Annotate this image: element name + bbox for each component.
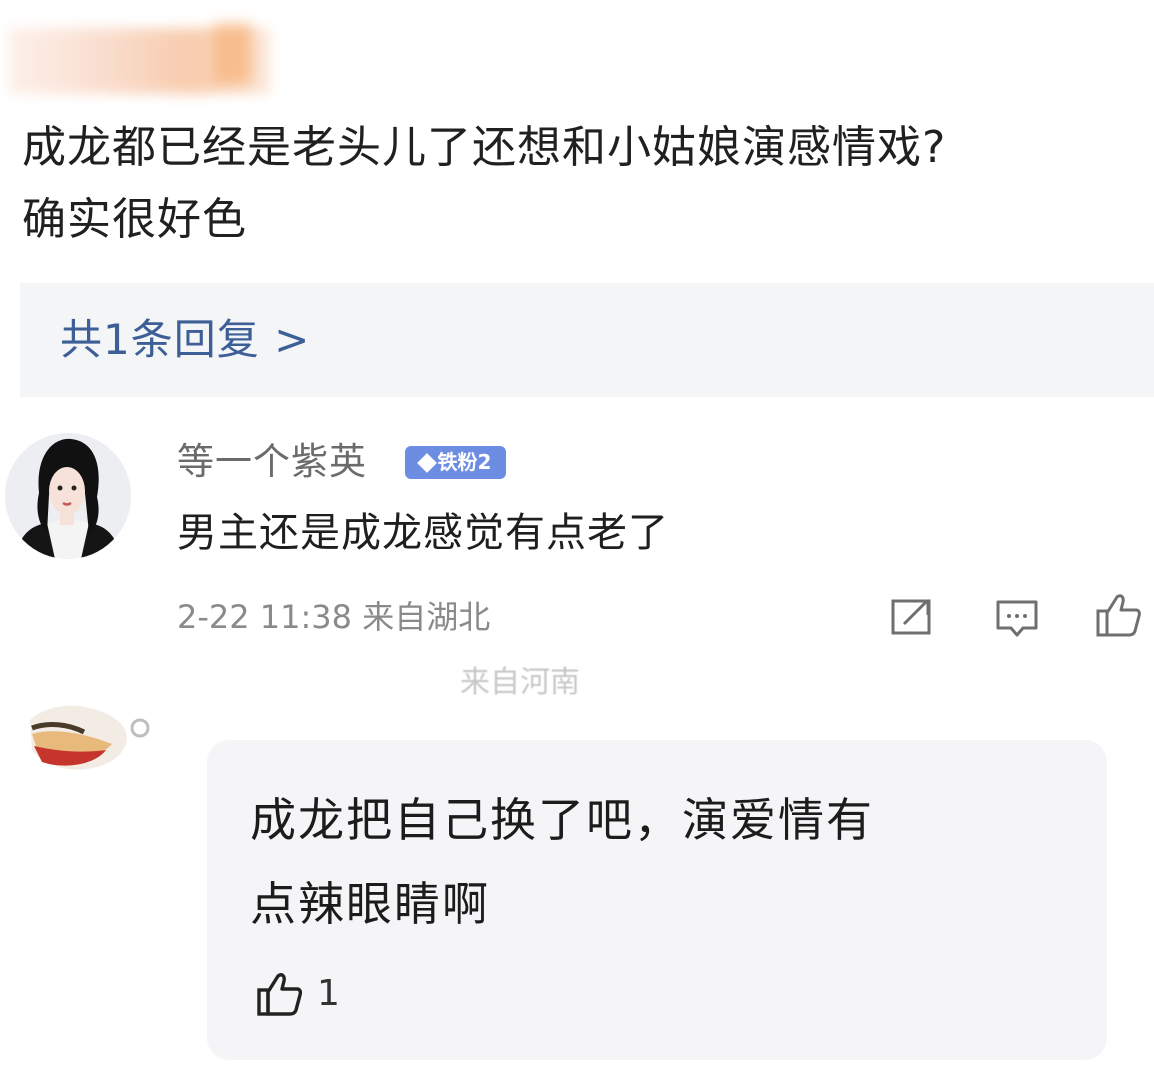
reply-timestamp: 2-22 11:38	[177, 598, 353, 636]
reply-meta: 2-22 11:38 来自湖北	[177, 595, 490, 639]
like-count: 1	[317, 973, 340, 1014]
avatar[interactable]	[22, 680, 172, 780]
blurred-username	[8, 24, 270, 94]
reply-like[interactable]: 1	[255, 970, 340, 1018]
comment-icon[interactable]	[995, 598, 1039, 644]
diamond-icon	[416, 452, 437, 473]
fan-badge: 铁粉2	[405, 446, 506, 479]
avatar[interactable]	[5, 433, 131, 559]
avatar-image-icon	[22, 680, 172, 780]
reply-username[interactable]: 等一个紫英	[177, 437, 367, 487]
reply-bubble-line-1: 成龙把自己换了吧，演爱情有	[250, 793, 874, 847]
reply-location: 来自湖北	[362, 598, 491, 636]
fan-badge-label: 铁粉2	[437, 450, 492, 474]
reply-text: 男主还是成龙感觉有点老了	[177, 510, 669, 556]
reply-bubble-text: 成龙把自己换了吧，演爱情有 点辣眼睛啊	[250, 778, 1070, 946]
share-icon[interactable]	[890, 597, 934, 641]
partial-location: 来自河南	[460, 665, 580, 700]
comment-line-1: 成龙都已经是老头儿了还想和小姑娘演感情戏?	[22, 122, 947, 173]
view-replies-link[interactable]: 共1条回复 >	[60, 312, 310, 368]
like-icon[interactable]	[255, 971, 305, 1017]
comment-line-2: 确实很好色	[22, 194, 247, 245]
reply-bubble-line-2: 点辣眼睛啊	[250, 877, 490, 931]
like-icon[interactable]	[1095, 592, 1143, 642]
avatar-portrait-icon	[5, 433, 131, 559]
comment-text: 成龙都已经是老头儿了还想和小姑娘演感情戏? 确实很好色	[22, 112, 1147, 256]
